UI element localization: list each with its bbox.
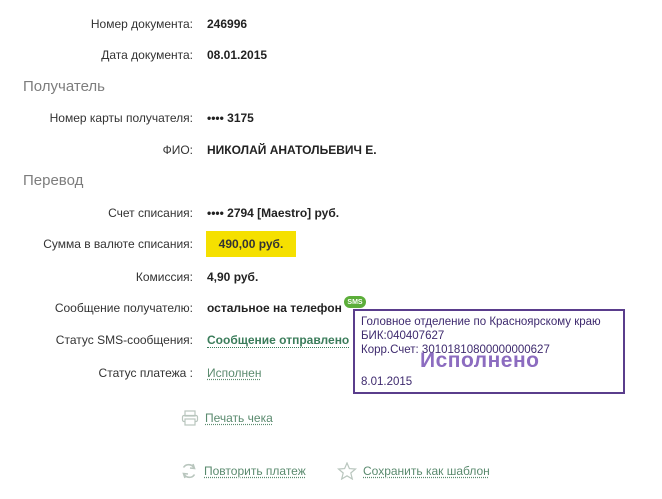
amount-label: Сумма в валюте списания: [43,237,193,251]
recipient-section-title: Получатель [23,78,105,95]
save-template-label: Сохранить как шаблон [363,464,490,478]
document-number-value: 246996 [207,17,248,31]
stamp-date: 8.01.2015 [361,376,413,388]
account-label: Счет списания: [108,206,193,220]
fee-value: 4,90 руб. [207,270,259,284]
payment-status-link[interactable]: Исполнен [207,366,261,380]
stamp-branch: Головное отделение по Красноярскому краю [361,316,601,328]
save-template-button[interactable]: Сохранить как шаблон [337,462,490,480]
payment-status-label: Статус платежа : [98,366,193,380]
repeat-payment-label: Повторить платеж [204,464,306,478]
recipient-card-label: Номер карты получателя: [49,111,193,125]
amount-value: 490,00 руб. [206,231,296,257]
sms-status-link[interactable]: Сообщение отправлено [207,333,350,348]
stamp-bik: БИК:040407627 [361,330,445,342]
message-label: Сообщение получателю: [54,301,193,315]
sms-icon: SMS [344,296,366,308]
fee-label: Комиссия: [135,270,193,284]
sms-status-label: Статус SMS-сообщения: [55,333,193,347]
recipient-card-value: •••• 3175 [207,111,254,125]
print-receipt-label: Печать чека [205,411,273,425]
bank-stamp: Головное отделение по Красноярскому краю… [353,309,625,394]
printer-icon [181,410,199,426]
recipient-name-label: ФИО: [162,143,193,157]
document-date-value: 08.01.2015 [207,48,268,62]
account-value: •••• 2794 [Maestro] руб. [207,206,340,220]
message-value: остальное на телефон [207,301,342,315]
document-number-label: Номер документа: [90,17,193,31]
recipient-name-value: НИКОЛАЙ АНАТОЛЬЕВИЧ Е. [207,143,377,157]
repeat-icon [182,463,196,479]
document-date-label: Дата документа: [101,48,193,62]
star-icon [337,462,357,480]
transfer-section-title: Перевод [23,172,84,189]
stamp-status: Исполнено [420,349,540,372]
print-receipt-button[interactable]: Печать чека [181,410,273,426]
repeat-payment-button[interactable]: Повторить платеж [180,462,306,480]
